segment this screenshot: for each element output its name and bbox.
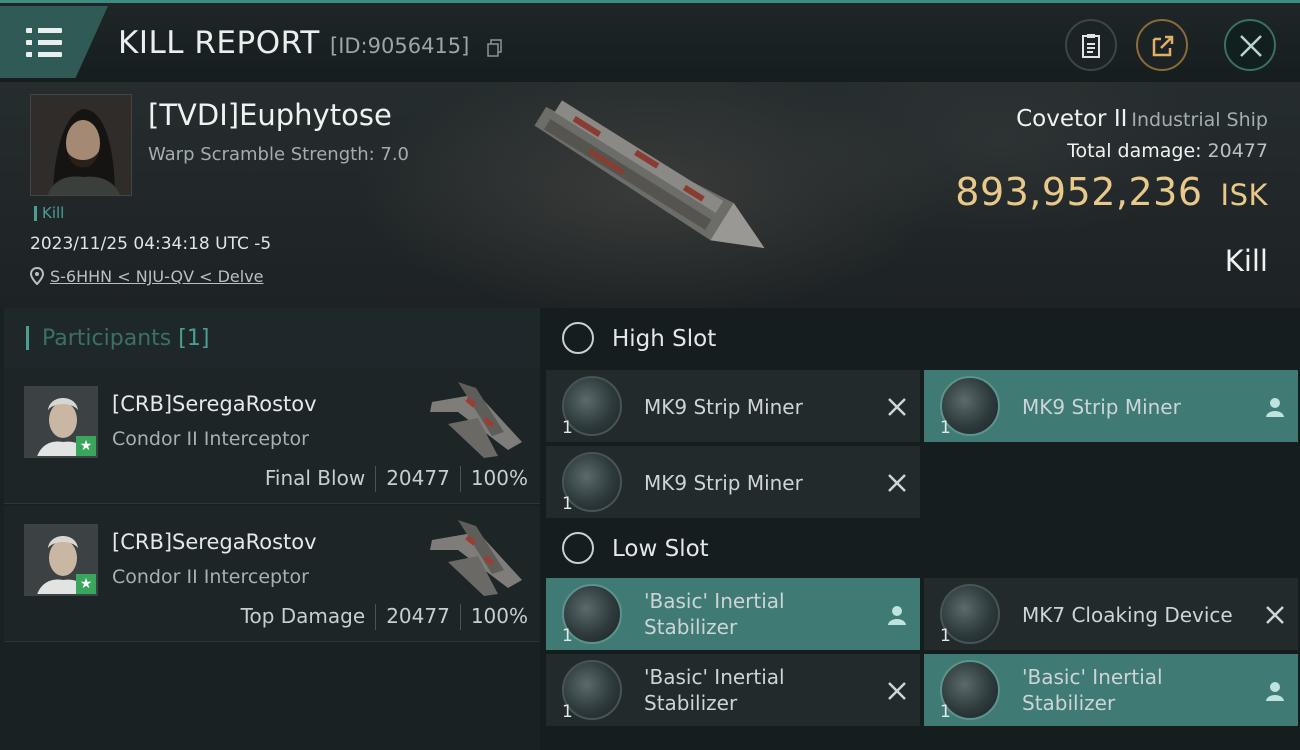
- divider: [375, 604, 377, 630]
- module-item[interactable]: 1 MK9 Strip Miner: [546, 446, 920, 518]
- module-name: MK9 Strip Miner: [1022, 395, 1181, 419]
- report-id: [ID:9056415]: [330, 34, 470, 58]
- isk-value: 893,952,236 ISK: [955, 170, 1268, 214]
- total-damage-value: 20477: [1207, 140, 1268, 162]
- module-item[interactable]: 1 MK7 Cloaking Device: [924, 578, 1298, 650]
- ship-name[interactable]: Covetor II Industrial Ship: [1016, 106, 1268, 132]
- participant-ship: Condor II Interceptor: [112, 566, 309, 588]
- participant-stats: Top Damage 20477 100%: [241, 604, 528, 630]
- destroyed-icon: [888, 474, 906, 492]
- module-item[interactable]: 1 'Basic' Inertial Stabilizer: [546, 654, 920, 726]
- menu-icon-gap: [32, 28, 38, 33]
- copy-icon[interactable]: [487, 39, 503, 57]
- ship-name-text: Covetor II: [1016, 106, 1128, 132]
- divider: [375, 466, 377, 492]
- dropped-icon: [888, 606, 906, 625]
- divider: [459, 466, 461, 492]
- module-name: MK9 Strip Miner: [644, 471, 803, 495]
- low-slot-header: Low Slot: [540, 518, 1300, 578]
- participants-title: Participants [1]: [42, 326, 209, 351]
- star-icon: ★: [76, 574, 96, 594]
- module-name: MK9 Strip Miner: [644, 395, 803, 419]
- location-link[interactable]: S-6HHN < NJU-QV < Delve: [30, 267, 264, 286]
- menu-button[interactable]: [0, 6, 108, 78]
- total-damage: Total damage: 20477: [1067, 140, 1268, 162]
- participant-damage: 20477: [386, 466, 450, 490]
- participant-name: [CRB]SeregaRostov: [112, 530, 317, 554]
- divider: [459, 604, 461, 630]
- kill-summary: [TVDI]Euphytose Warp Scramble Strength: …: [0, 82, 1300, 308]
- header-bar: KILL REPORT [ID:9056415]: [0, 0, 1300, 82]
- close-icon: [1240, 35, 1262, 57]
- destroyed-icon: [888, 398, 906, 416]
- module-qty: 1: [562, 418, 573, 438]
- module-name: MK7 Cloaking Device: [1022, 603, 1233, 627]
- participant-percent: 100%: [470, 466, 528, 490]
- close-button[interactable]: [1224, 19, 1276, 71]
- high-slot-header: High Slot: [540, 308, 1300, 368]
- participant-stats: Final Blow 20477 100%: [265, 466, 528, 492]
- module-qty: 1: [562, 626, 573, 646]
- victim-name[interactable]: [TVDI]Euphytose: [148, 98, 392, 132]
- share-button[interactable]: [1136, 19, 1188, 71]
- participants-label: Participants: [42, 326, 172, 351]
- menu-icon-gap: [32, 40, 38, 45]
- module-item[interactable]: 1 MK9 Strip Miner: [546, 370, 920, 442]
- menu-icon-gap: [32, 52, 38, 57]
- fitting-panel: High Slot 1 MK9 Strip Miner 1 MK9 Strip …: [540, 308, 1300, 750]
- module-qty: 1: [940, 418, 951, 438]
- participant-damage: 20477: [386, 604, 450, 628]
- low-slot-icon: [562, 532, 594, 564]
- isk-unit: ISK: [1220, 178, 1268, 212]
- ship-class: Industrial Ship: [1131, 109, 1268, 131]
- dropped-icon: [1266, 398, 1284, 417]
- participants-header: Participants [1]: [4, 308, 540, 368]
- star-icon: ★: [76, 436, 96, 456]
- destroyed-icon: [1266, 606, 1284, 624]
- participants-count: [1]: [178, 326, 210, 351]
- high-slot-title: High Slot: [612, 326, 717, 352]
- isk-amount: 893,952,236: [955, 170, 1203, 214]
- module-item[interactable]: 1 MK9 Strip Miner: [924, 370, 1298, 442]
- module-qty: 1: [940, 626, 951, 646]
- module-qty: 1: [562, 702, 573, 722]
- kill-datetime: 2023/11/25 04:34:18 UTC -5: [30, 234, 272, 254]
- high-slot-icon: [562, 322, 594, 354]
- location-pin-icon: [30, 267, 44, 285]
- total-damage-label: Total damage:: [1067, 140, 1202, 162]
- module-item[interactable]: 1 'Basic' Inertial Stabilizer: [546, 578, 920, 650]
- clipboard-button[interactable]: [1065, 19, 1117, 71]
- module-name: 'Basic' Inertial Stabilizer: [644, 589, 785, 639]
- participant-card[interactable]: ★ [CRB]SeregaRostov Condor II Intercepto…: [4, 368, 540, 504]
- participant-role: Final Blow: [264, 466, 366, 490]
- clipboard-icon: [1082, 34, 1100, 58]
- module-name: 'Basic' Inertial Stabilizer: [1022, 665, 1163, 715]
- kill-tag: Kill: [34, 206, 64, 221]
- dropped-icon: [1266, 682, 1284, 701]
- kill-result: Kill: [1224, 244, 1268, 278]
- participant-name: [CRB]SeregaRostov: [112, 392, 317, 416]
- module-name: 'Basic' Inertial Stabilizer: [644, 665, 785, 715]
- participant-ship-image: [430, 382, 522, 458]
- low-slot-title: Low Slot: [612, 536, 709, 562]
- share-icon: [1152, 35, 1174, 57]
- module-qty: 1: [940, 702, 951, 722]
- participant-role: Top Damage: [240, 604, 366, 628]
- participant-ship: Condor II Interceptor: [112, 428, 309, 450]
- participant-card[interactable]: ★ [CRB]SeregaRostov Condor II Intercepto…: [4, 506, 540, 642]
- module-item[interactable]: 1 'Basic' Inertial Stabilizer: [924, 654, 1298, 726]
- location-text: S-6HHN < NJU-QV < Delve: [50, 267, 264, 286]
- participant-avatar: ★: [24, 524, 98, 596]
- victim-avatar[interactable]: [30, 94, 132, 196]
- participant-avatar: ★: [24, 386, 98, 458]
- module-qty: 1: [562, 494, 573, 514]
- warp-scramble-strength: Warp Scramble Strength: 7.0: [148, 144, 410, 165]
- page-title: KILL REPORT: [118, 25, 320, 61]
- participants-panel: Participants [1] ★ [CRB]SeregaRostov Con…: [0, 308, 540, 750]
- participant-ship-image: [430, 520, 522, 596]
- participants-accent: [26, 326, 29, 350]
- destroyed-icon: [888, 682, 906, 700]
- participant-percent: 100%: [470, 604, 528, 628]
- victim-ship-image: [534, 100, 765, 249]
